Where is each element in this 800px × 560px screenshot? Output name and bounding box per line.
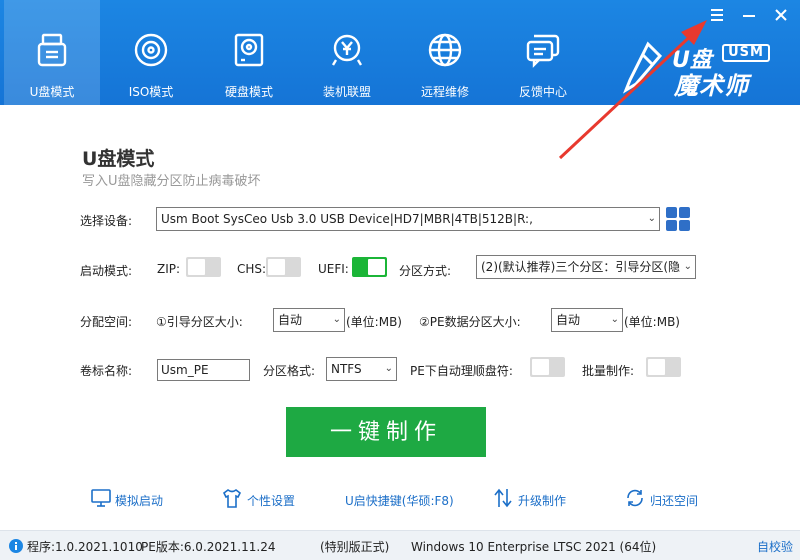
close-button[interactable]	[770, 4, 792, 26]
yen-coin-icon	[331, 34, 363, 66]
batch-toggle[interactable]	[646, 357, 681, 377]
chevron-down-icon: ⌄	[384, 363, 393, 374]
nav-feedback-center[interactable]: 反馈中心	[495, 0, 591, 105]
tool-label: 升级制作	[518, 494, 567, 508]
volume-label: 卷标名称:	[80, 364, 133, 378]
format-label: 分区格式:	[263, 364, 316, 378]
nav-usb-mode[interactable]: U盘模式	[4, 0, 100, 105]
boot-size-select[interactable]: 自动 ⌄	[273, 308, 345, 332]
nav-iso-mode[interactable]: ISO模式	[103, 0, 199, 105]
format-value: NTFS	[331, 362, 362, 376]
device-select[interactable]: Usm Boot SysCeo Usb 3.0 USB Device|HD7|M…	[156, 207, 660, 231]
pe-size-label: ②PE数据分区大小:	[419, 315, 521, 329]
os-info: Windows 10 Enterprise LTSC 2021 (64位)	[411, 540, 657, 554]
logo-main-text: 魔术师	[674, 72, 749, 100]
chevron-down-icon: ⌄	[681, 256, 692, 278]
upgrade-make-link[interactable]: 升级制作	[492, 487, 572, 511]
nav-label: 装机联盟	[322, 85, 371, 99]
minimize-button[interactable]	[738, 4, 760, 26]
zip-label: ZIP:	[157, 262, 181, 276]
nav-label: 远程维修	[420, 85, 469, 99]
nav-label: U盘模式	[29, 85, 75, 99]
chat-icon	[526, 34, 560, 68]
status-bar: 程序:1.0.2021.1010 PE版本:6.0.2021.11.24 (特别…	[0, 530, 800, 560]
tool-label: 归还空间	[650, 494, 699, 508]
page-subtitle: 写入U盘隐藏分区防止病毒破坏	[82, 174, 261, 189]
header-bar: U盘模式 ISO模式 硬盘模式 装机联盟 远程维修 反馈中心 U盘 USM 魔术…	[0, 0, 800, 105]
personal-settings-link[interactable]: 个性设置	[221, 487, 301, 511]
partition-mode-value: (2)(默认推荐)三个分区：引导分区(隐	[481, 260, 681, 274]
menu-button[interactable]	[706, 4, 728, 26]
nav-install-alliance[interactable]: 装机联盟	[299, 0, 395, 105]
uefi-toggle[interactable]	[352, 257, 387, 277]
boot-size-label: ①引导分区大小:	[156, 315, 243, 329]
nav-label: 硬盘模式	[224, 85, 273, 99]
uefi-label: UEFI:	[318, 262, 349, 276]
pe-auto-label: PE下自动理顺盘符:	[410, 364, 513, 378]
refresh-icon	[627, 489, 643, 507]
chevron-down-icon: ⌄	[610, 314, 619, 325]
partition-mode-label: 分区方式:	[399, 264, 452, 278]
usb-drive-icon	[37, 33, 67, 67]
info-icon	[9, 539, 23, 553]
self-verify-link[interactable]: 自校验	[757, 538, 793, 555]
monitor-icon	[91, 489, 111, 507]
volume-name-input[interactable]: Usm_PE	[157, 359, 250, 381]
boot-hotkey-link[interactable]: U启快捷键(华硕:F8)	[345, 487, 455, 511]
one-click-make-button[interactable]: 一键制作	[286, 407, 486, 457]
zip-toggle[interactable]	[186, 257, 221, 277]
device-select-value: Usm Boot SysCeo Usb 3.0 USB Device|HD7|M…	[161, 212, 533, 226]
pe-size-value: 自动	[556, 313, 581, 327]
tool-label: 个性设置	[247, 494, 296, 508]
chs-toggle[interactable]	[266, 257, 301, 277]
pe-version: PE版本:6.0.2021.11.24	[141, 540, 276, 554]
page-title: U盘模式	[82, 148, 155, 170]
batch-label: 批量制作:	[582, 364, 635, 378]
globe-icon	[428, 33, 462, 67]
tool-label: U启快捷键(华硕:F8)	[345, 494, 454, 508]
chevron-down-icon: ⌄	[647, 213, 656, 224]
menu-icon	[711, 9, 723, 21]
boot-mode-label: 启动模式:	[80, 264, 133, 278]
close-icon	[775, 9, 787, 21]
edition-label: (特别版正式)	[320, 540, 390, 554]
grid-icon	[666, 207, 677, 218]
pe-size-select[interactable]: 自动 ⌄	[551, 308, 623, 332]
disc-icon	[134, 33, 168, 67]
nav-remote-repair[interactable]: 远程维修	[397, 0, 493, 105]
boot-size-value: 自动	[278, 313, 303, 327]
upgrade-arrows-icon	[494, 488, 512, 508]
chevron-down-icon: ⌄	[332, 314, 341, 325]
pe-auto-toggle[interactable]	[530, 357, 565, 377]
partition-mode-select[interactable]: (2)(默认推荐)三个分区：引导分区(隐 ⌄	[476, 255, 696, 279]
nav-label: 反馈中心	[518, 85, 567, 99]
tool-label: 模拟启动	[115, 494, 164, 508]
device-label: 选择设备:	[80, 214, 133, 228]
minimize-icon	[743, 15, 755, 17]
simulate-boot-link[interactable]: 模拟启动	[90, 487, 170, 511]
program-version: 程序:1.0.2021.1010	[27, 540, 143, 554]
boot-size-unit: (单位:MB)	[346, 315, 402, 329]
hard-disk-icon	[234, 33, 264, 67]
logo-usm-badge: USM	[722, 44, 770, 62]
app-logo: U盘 USM 魔术师	[622, 36, 790, 100]
pe-size-unit: (单位:MB)	[624, 315, 680, 329]
chs-label: CHS:	[237, 262, 267, 276]
magic-wand-logo-icon	[622, 41, 663, 94]
restore-space-link[interactable]: 归还空间	[624, 487, 704, 511]
format-select[interactable]: NTFS ⌄	[326, 357, 397, 381]
nav-hard-disk-mode[interactable]: 硬盘模式	[201, 0, 297, 105]
shirt-icon	[222, 489, 242, 508]
device-grid-button[interactable]	[666, 207, 690, 231]
space-label: 分配空间:	[80, 315, 133, 329]
nav-label: ISO模式	[128, 85, 174, 99]
